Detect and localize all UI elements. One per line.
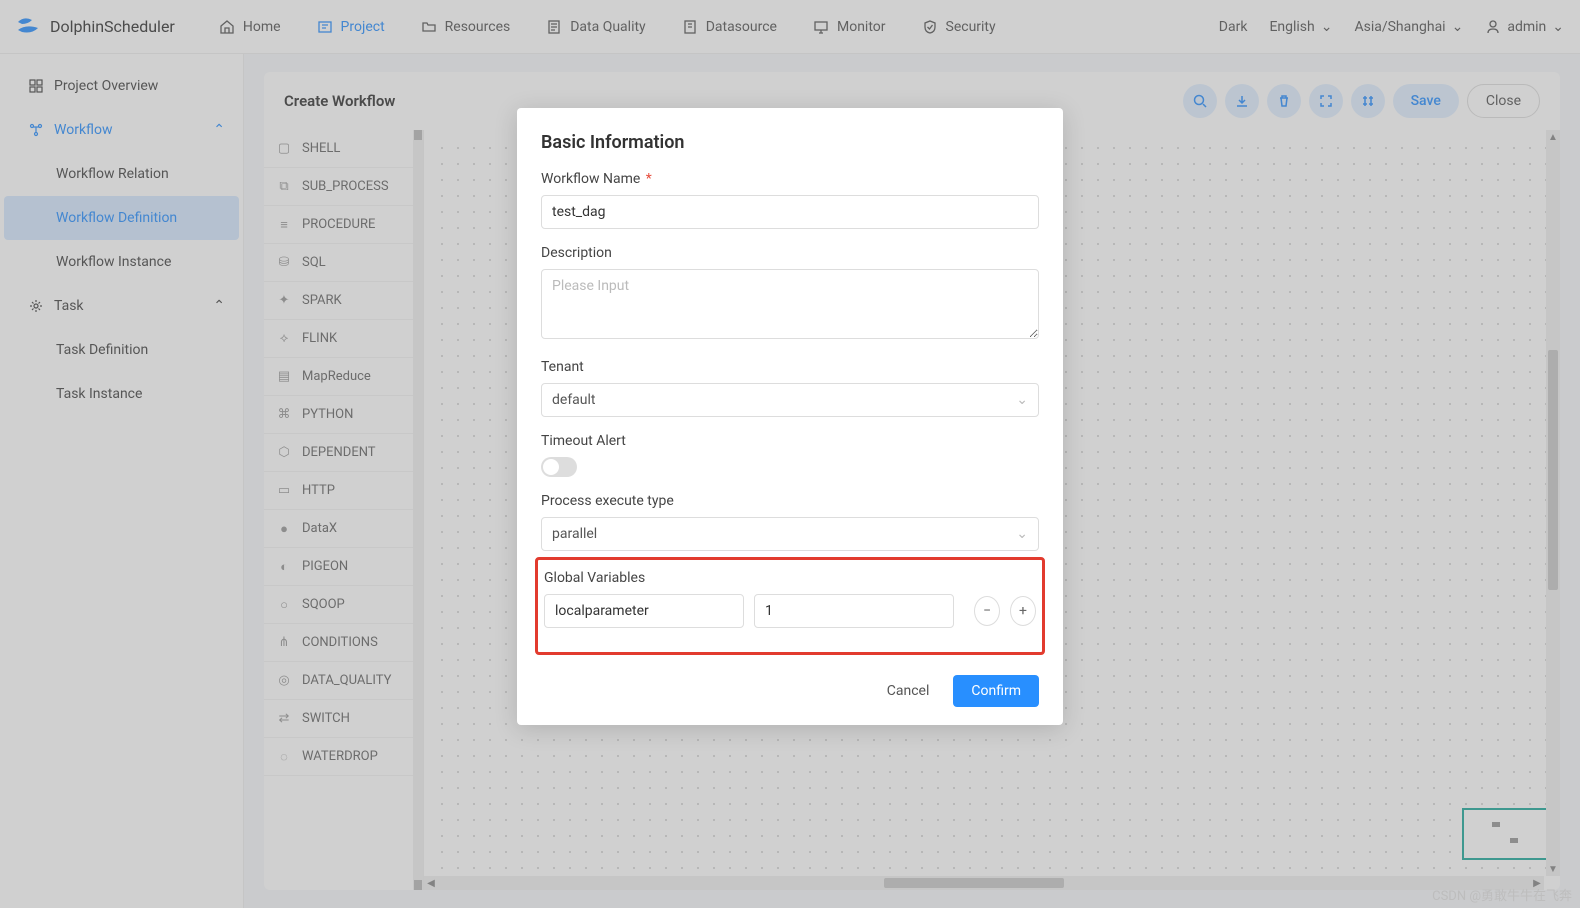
modal-footer: Cancel Confirm xyxy=(541,675,1039,707)
tenant-select[interactable]: default⌄ xyxy=(541,383,1039,417)
field-description: Description xyxy=(541,245,1039,343)
modal-title: Basic Information xyxy=(541,132,1039,153)
global-var-key-input[interactable] xyxy=(544,594,744,628)
modal-overlay[interactable]: Basic Information Workflow Name * Descri… xyxy=(0,0,1580,908)
cancel-button[interactable]: Cancel xyxy=(877,675,940,707)
field-timeout: Timeout Alert xyxy=(541,433,1039,477)
workflow-name-input[interactable] xyxy=(541,195,1039,229)
watermark: CSDN @勇敢牛牛在飞奔 xyxy=(1432,885,1572,904)
confirm-button[interactable]: Confirm xyxy=(953,675,1039,707)
field-global-vars: Global Variables − + xyxy=(544,570,1036,628)
workflow-name-label: Workflow Name * xyxy=(541,171,1039,187)
global-vars-label: Global Variables xyxy=(544,570,1036,586)
global-var-row: − + xyxy=(544,594,1036,628)
field-tenant: Tenant default⌄ xyxy=(541,359,1039,417)
chevron-down-icon: ⌄ xyxy=(1016,392,1028,408)
exec-type-select[interactable]: parallel⌄ xyxy=(541,517,1039,551)
exec-type-label: Process execute type xyxy=(541,493,1039,509)
tenant-label: Tenant xyxy=(541,359,1039,375)
remove-var-button[interactable]: − xyxy=(974,596,1000,626)
chevron-down-icon: ⌄ xyxy=(1016,526,1028,542)
description-input[interactable] xyxy=(541,269,1039,339)
basic-info-modal: Basic Information Workflow Name * Descri… xyxy=(517,108,1063,725)
field-exec-type: Process execute type parallel⌄ xyxy=(541,493,1039,551)
plus-icon: + xyxy=(1019,603,1027,619)
description-label: Description xyxy=(541,245,1039,261)
add-var-button[interactable]: + xyxy=(1010,596,1036,626)
field-workflow-name: Workflow Name * xyxy=(541,171,1039,229)
global-vars-highlight: Global Variables − + xyxy=(535,557,1045,655)
timeout-label: Timeout Alert xyxy=(541,433,1039,449)
minus-icon: − xyxy=(983,603,991,619)
timeout-switch[interactable] xyxy=(541,457,577,477)
global-var-value-input[interactable] xyxy=(754,594,954,628)
